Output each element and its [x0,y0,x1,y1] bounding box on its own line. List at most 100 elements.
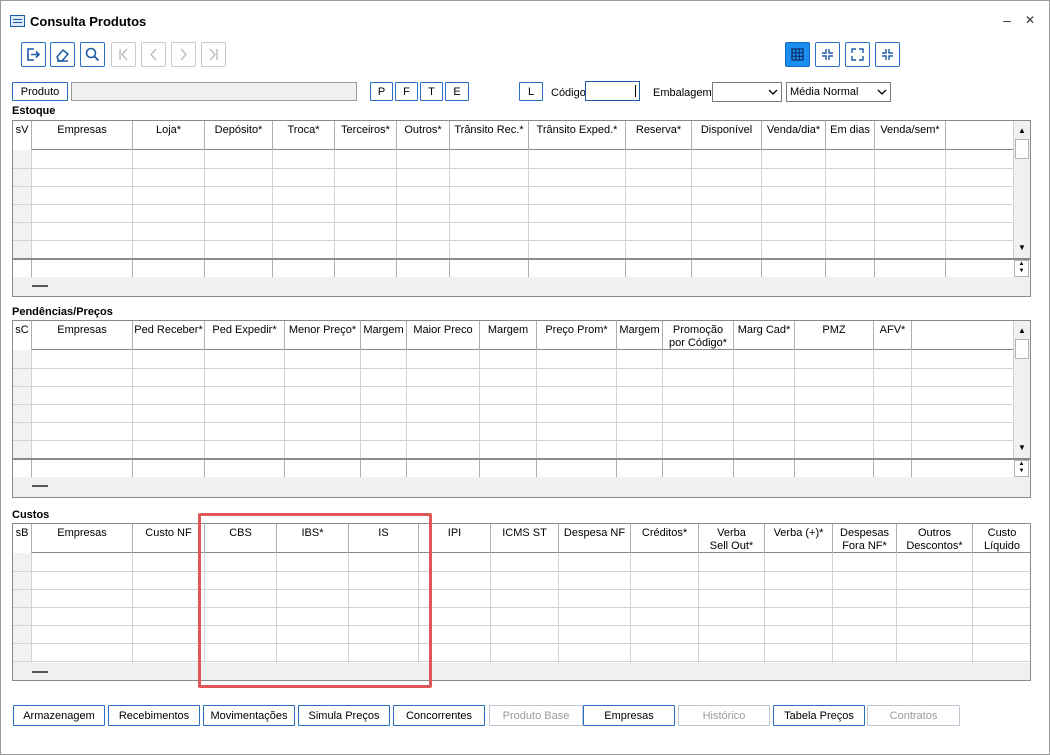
first-record-button[interactable] [111,42,136,67]
estoque-grid[interactable]: sV Empresas Loja* Depósito* Troca* Terceiros*… [12,120,1031,297]
spin-icon[interactable]: ▲ ▼ [1014,460,1029,477]
filter-f-button[interactable]: F [395,82,418,101]
pendencias-vertical-scrollbar[interactable]: ▲ ▼ [1013,321,1030,458]
produto-button[interactable]: Produto [12,82,68,101]
pendencias-col-header[interactable]: Margem [361,321,407,350]
expand-button[interactable] [845,42,870,67]
custos-col-header[interactable]: Custo Líquido [973,524,1030,553]
estoque-col-header[interactable]: Trânsito Rec.* [450,121,529,150]
custos-grid[interactable]: sB Empresas Custo NF CBS IBS* IS IPI ICMS ST Des… [12,523,1031,681]
pendencias-col-header[interactable]: Ped Receber* [133,321,205,350]
filter-e-button[interactable]: E [445,82,469,101]
pendencias-col-header[interactable]: Ped Expedir* [205,321,285,350]
scroll-up-icon[interactable]: ▲ [1014,323,1030,339]
estoque-col-header[interactable]: sV [13,121,32,150]
bottom-button-tabela-pre-os[interactable]: Tabela Preços [773,705,865,726]
grid-col-line [31,553,32,663]
scroll-thumb[interactable] [1015,339,1029,359]
bottom-button-contratos[interactable]: Contratos [867,705,960,726]
pendencias-col-header[interactable]: AFV* [874,321,912,350]
bottom-button-simula-pre-os[interactable]: Simula Preços [298,705,390,726]
custos-col-header[interactable]: Verba (+)* [765,524,833,553]
pendencias-grid[interactable]: sC Empresas Ped Receber* Ped Expedir* Menor … [12,320,1031,498]
collapse-dash-icon[interactable] [32,285,48,287]
estoque-col-header[interactable]: Troca* [273,121,335,150]
pendencias-col-header[interactable]: Margem [617,321,663,350]
estoque-col-header[interactable]: Trânsito Exped.* [529,121,626,150]
custos-col-header[interactable]: IS [349,524,419,553]
eraser-icon [56,48,70,62]
grid-col-line [794,350,795,458]
bottom-button-hist-rico[interactable]: Histórico [678,705,770,726]
pendencias-col-header[interactable]: Menor Preço* [285,321,361,350]
scroll-down-icon[interactable]: ▼ [1014,240,1030,256]
spin-icon[interactable]: ▲ ▼ [1014,260,1029,277]
pendencias-col-header[interactable]: sC [13,321,32,350]
estoque-col-header[interactable]: Depósito* [205,121,273,150]
grid-col-line [204,350,205,458]
search-button[interactable] [80,42,105,67]
estoque-col-header[interactable]: Loja* [133,121,205,150]
grid-col-line [945,150,946,258]
collapse-button[interactable] [815,42,840,67]
embalagem-select[interactable] [712,82,782,102]
custos-col-header[interactable]: ICMS ST [491,524,559,553]
custos-col-header[interactable]: IBS* [277,524,349,553]
bottom-button-armazenagem[interactable]: Armazenagem [13,705,105,726]
close-button[interactable]: ✕ [1022,13,1038,27]
next-record-button[interactable] [171,42,196,67]
collapse-dash-icon[interactable] [32,485,48,487]
grid-col-line [825,260,826,277]
pendencias-col-header[interactable]: PMZ [795,321,874,350]
estoque-col-header[interactable]: Disponível [692,121,762,150]
custos-col-header[interactable]: Empresas [32,524,133,553]
custos-col-header[interactable]: Verba Sell Out* [699,524,765,553]
collapse-alt-button[interactable] [875,42,900,67]
custos-col-header[interactable]: Outros Descontos* [897,524,973,553]
custos-col-header[interactable]: Despesa NF [559,524,631,553]
l-button[interactable]: L [519,82,543,101]
estoque-vertical-scrollbar[interactable]: ▲ ▼ [1013,121,1030,258]
minimize-button[interactable]: – [999,12,1015,28]
custos-col-header[interactable]: Custo NF [133,524,205,553]
media-select[interactable]: Média Normal [786,82,891,102]
codigo-input[interactable] [585,81,640,101]
estoque-col-header[interactable]: Reserva* [626,121,692,150]
last-record-button[interactable] [201,42,226,67]
custos-col-header[interactable]: sB [13,524,32,553]
bottom-button-concorrentes[interactable]: Concorrentes [393,705,485,726]
pendencias-col-header[interactable]: Margem [480,321,537,350]
collapse-dash-icon[interactable] [32,671,48,673]
custos-col-header[interactable]: Créditos* [631,524,699,553]
pendencias-col-header[interactable]: Maior Preco [407,321,480,350]
prev-record-button[interactable] [141,42,166,67]
filter-t-button[interactable]: T [420,82,443,101]
bottom-button-produto-base[interactable]: Produto Base [489,705,583,726]
filter-p-button[interactable]: P [370,82,393,101]
estoque-col-header[interactable]: Outros* [397,121,450,150]
bottom-button-recebimentos[interactable]: Recebimentos [108,705,200,726]
estoque-col-header[interactable]: Terceiros* [335,121,397,150]
estoque-col-header[interactable]: Venda/sem* [875,121,946,150]
exit-button[interactable] [21,42,46,67]
custos-col-header[interactable]: Despesas Fora NF* [833,524,897,553]
bottom-button-empresas[interactable]: Empresas [583,705,675,726]
estoque-col-header[interactable]: Empresas [32,121,133,150]
clear-button[interactable] [50,42,75,67]
custos-col-header[interactable]: IPI [419,524,491,553]
pendencias-col-header[interactable]: Promoção por Código* [663,321,734,350]
pendencias-status-bar [13,477,1030,497]
grid-col-line [132,553,133,663]
custos-col-header[interactable]: CBS [205,524,277,553]
pendencias-col-header[interactable]: Empresas [32,321,133,350]
custos-row-selector[interactable] [13,553,32,663]
estoque-col-header[interactable]: Em dias [826,121,875,150]
pendencias-col-header[interactable]: Preço Prom* [537,321,617,350]
pendencias-col-header[interactable]: Marg Cad* [734,321,795,350]
scroll-down-icon[interactable]: ▼ [1014,440,1030,456]
bottom-button-movimenta-es[interactable]: Movimentações [203,705,295,726]
scroll-up-icon[interactable]: ▲ [1014,123,1030,139]
estoque-col-header[interactable]: Venda/dia* [762,121,826,150]
scroll-thumb[interactable] [1015,139,1029,159]
grid-view-button[interactable] [785,42,810,67]
